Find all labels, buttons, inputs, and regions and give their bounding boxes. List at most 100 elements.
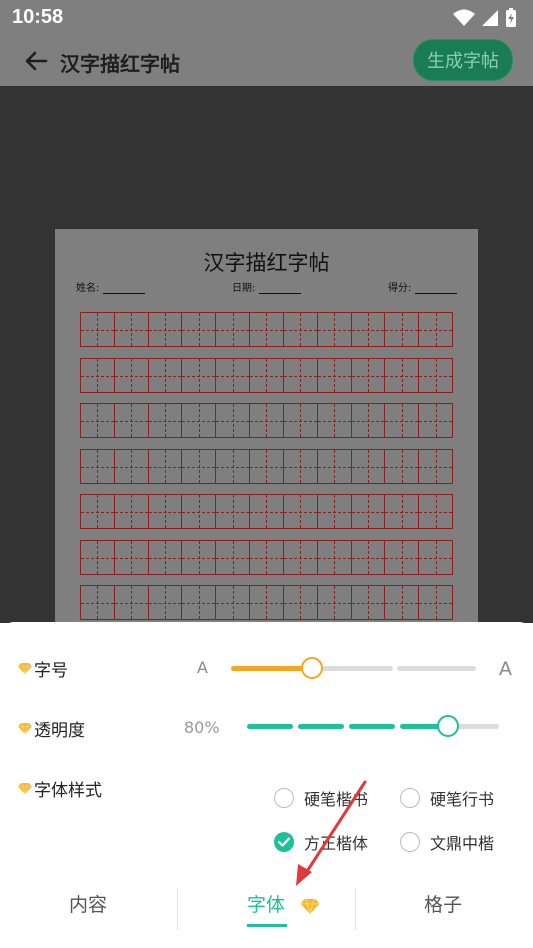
wifi-icon: [453, 9, 475, 26]
grid-cell: [351, 450, 386, 483]
sheet-title: 汉字描红字帖: [203, 251, 330, 275]
grid-cell: [419, 359, 452, 392]
grid-cell: [148, 495, 183, 528]
generate-copybook-button[interactable]: 生成字帖: [413, 39, 513, 81]
grid-cell: [148, 586, 183, 619]
font-option-hard-pen-kai[interactable]: 硬笔楷书: [274, 786, 368, 810]
grid-cell: [317, 541, 352, 574]
bottom-tab-bar: 内容 字体 格子: [0, 876, 533, 948]
grid-cell: [114, 541, 149, 574]
small-a-label: A: [197, 658, 208, 677]
grid-cell: [419, 495, 452, 528]
opacity-slider-fill: [349, 724, 395, 729]
font-size-row: 字号: [18, 656, 68, 681]
font-style-label: 字体样式: [34, 781, 102, 801]
battery-icon: [506, 8, 516, 27]
grid-cell: [114, 404, 149, 437]
font-option-hard-pen-xing[interactable]: 硬笔行书: [400, 786, 494, 810]
grid-cell: [351, 359, 386, 392]
grid-cell: [419, 313, 452, 346]
grid-cell: [182, 495, 217, 528]
grid-cell: [114, 495, 149, 528]
grid-cell: [148, 313, 183, 346]
font-size-slider-track-end: [397, 666, 476, 671]
grid-cell: [182, 404, 217, 437]
vip-gem-icon: [18, 663, 32, 674]
grid-cell: [216, 404, 251, 437]
status-bar: 10:58: [0, 0, 533, 36]
grid-cell: [250, 586, 284, 619]
grid-row: [80, 585, 453, 620]
signal-icon: [482, 10, 498, 26]
grid-cell: [81, 404, 115, 437]
grid-cell: [283, 313, 318, 346]
grid-cell: [114, 450, 149, 483]
font-size-slider-fill: [231, 666, 311, 671]
grid-cell: [81, 586, 115, 619]
large-a-label: A: [499, 658, 512, 680]
grid-cell: [250, 450, 284, 483]
grid-cell: [182, 313, 217, 346]
radio-unchecked-icon: [400, 832, 420, 852]
status-icons: [453, 8, 517, 28]
grid-cell: [317, 450, 352, 483]
page-title: 汉字描红字帖: [60, 52, 180, 76]
copybook-preview: 汉字描红字帖 姓名: 日期: 得分:: [0, 86, 533, 623]
score-label: 得分:: [388, 283, 412, 294]
grid-cell: [351, 541, 386, 574]
opacity-slider-thumb[interactable]: [437, 715, 459, 737]
grid-cell: [317, 404, 352, 437]
grid-cell: [351, 313, 386, 346]
grid-cell: [419, 586, 452, 619]
grid-cell: [81, 541, 115, 574]
font-option-fangzheng-kaiti[interactable]: 方正楷体: [274, 830, 368, 854]
grid-cell: [283, 495, 318, 528]
grid-cell: [351, 586, 386, 619]
grid-cell: [148, 359, 183, 392]
font-option-label: 方正楷体: [304, 834, 369, 853]
opacity-value: 80%: [184, 718, 220, 737]
grid-cell: [250, 541, 284, 574]
tab-divider: [355, 888, 356, 930]
grid-cell: [216, 541, 251, 574]
grid-cell: [148, 450, 183, 483]
back-arrow-icon: [25, 51, 48, 71]
copybook-sheet: 汉字描红字帖 姓名: 日期: 得分:: [55, 229, 478, 623]
font-size-slider-thumb[interactable]: [301, 657, 323, 679]
grid-cell: [317, 313, 352, 346]
grid-cell: [283, 586, 318, 619]
grid-cell: [81, 313, 115, 346]
grid-cell: [114, 359, 149, 392]
grid-row: [80, 494, 453, 529]
grid-cell: [385, 404, 420, 437]
grid-cell: [216, 359, 251, 392]
font-option-wending-zhongkai[interactable]: 文鼎中楷: [400, 830, 494, 854]
grid-cell: [216, 495, 251, 528]
font-option-label: 文鼎中楷: [430, 834, 495, 853]
grid-row: [80, 449, 453, 484]
opacity-slider-fill: [247, 724, 293, 729]
grid-cell: [250, 404, 284, 437]
opacity-row: 透明度: [18, 716, 85, 741]
grid-cell: [317, 359, 352, 392]
date-field: 日期:: [232, 279, 302, 294]
back-button[interactable]: [20, 46, 52, 76]
grid-cell: [250, 495, 284, 528]
tab-content[interactable]: 内容: [69, 890, 107, 917]
grid-cell: [385, 586, 420, 619]
font-option-label: 硬笔楷书: [304, 790, 369, 809]
name-label: 姓名:: [76, 283, 100, 294]
grid-cell: [317, 586, 352, 619]
grid-cell: [283, 450, 318, 483]
grid-cell: [81, 450, 115, 483]
active-tab-indicator: [247, 924, 287, 927]
radio-checked-icon: [274, 832, 294, 852]
tab-font[interactable]: 字体: [247, 890, 285, 917]
score-field: 得分:: [388, 279, 458, 294]
tab-divider: [177, 888, 178, 930]
grid-row: [80, 312, 453, 347]
grid-row: [80, 358, 453, 393]
grid-cell: [283, 541, 318, 574]
grid-cell: [283, 359, 318, 392]
tab-grid[interactable]: 格子: [424, 890, 462, 917]
